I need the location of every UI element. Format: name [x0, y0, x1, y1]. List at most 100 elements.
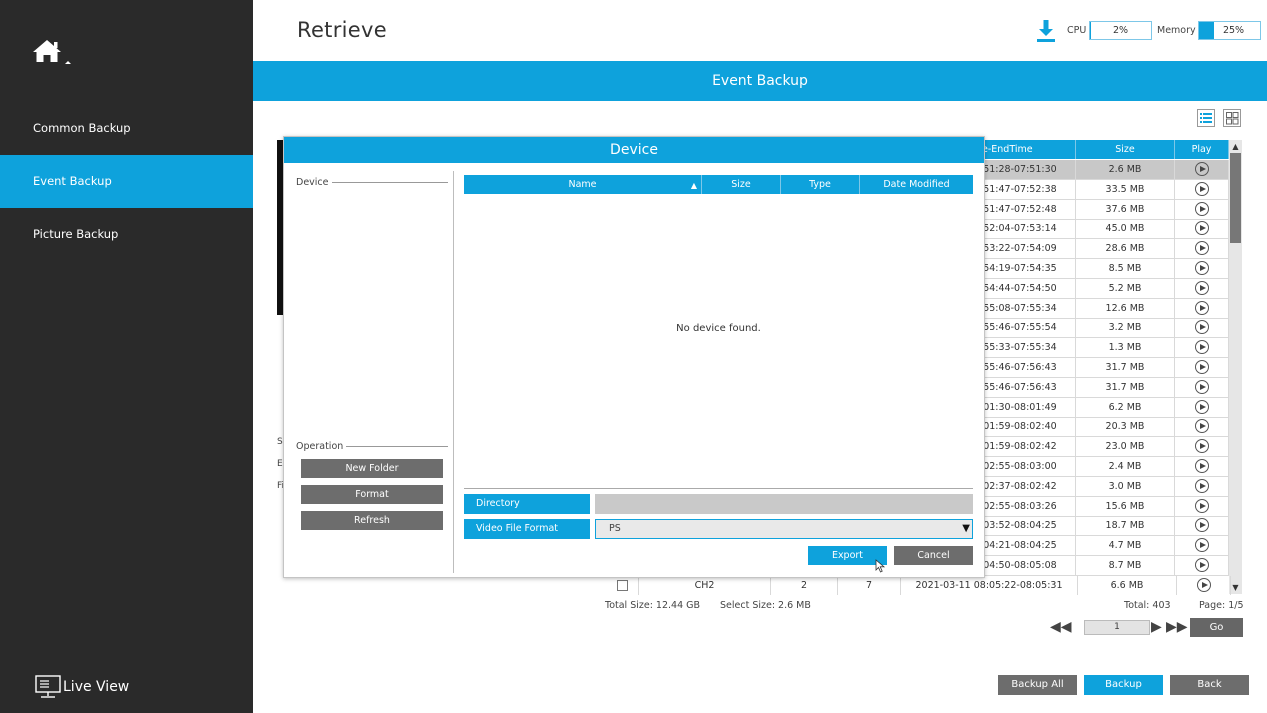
play-icon[interactable] — [1194, 518, 1209, 533]
row-time: :55:46-07:56:43 — [978, 377, 1076, 398]
play-icon[interactable] — [1194, 261, 1209, 275]
play-icon[interactable] — [1194, 478, 1209, 493]
table-row[interactable]: :02:55-08:03:00 2.4 MB — [978, 457, 1229, 477]
column-header-size[interactable]: Size — [1076, 140, 1175, 159]
play-icon[interactable] — [1194, 538, 1209, 553]
operation-group: Operation — [296, 441, 448, 452]
video-format-select[interactable]: PS ▼ — [595, 519, 973, 539]
sidebar-item-picture-backup[interactable]: Picture Backup — [0, 208, 253, 261]
home-icon[interactable] — [31, 37, 73, 67]
table-header: e-EndTime Size Play — [978, 140, 1229, 159]
row-time: :53:22-07:54:09 — [978, 239, 1076, 260]
row-size: 3.0 MB — [1076, 476, 1175, 497]
play-icon[interactable] — [1194, 280, 1209, 295]
scroll-up-arrow-icon[interactable]: ▲ — [1229, 140, 1242, 153]
next-page-icon[interactable]: ▶ — [1151, 619, 1162, 635]
device-group-label: Device — [296, 177, 329, 188]
play-icon[interactable] — [1194, 379, 1209, 394]
table-row[interactable]: :53:22-07:54:09 28.6 MB — [978, 239, 1229, 260]
sidebar-item-common-backup[interactable]: Common Backup — [0, 102, 253, 155]
play-icon[interactable] — [1194, 181, 1209, 196]
table-row[interactable]: :51:28-07:51:30 2.6 MB — [978, 160, 1229, 180]
backup-all-button[interactable]: Backup All — [998, 675, 1077, 695]
table-row[interactable]: :55:46-07:56:43 31.7 MB — [978, 358, 1229, 378]
table-row[interactable]: :03:52-08:04:25 18.7 MB — [978, 516, 1229, 537]
play-icon[interactable] — [1194, 459, 1209, 473]
sidebar-item-event-backup[interactable]: Event Backup — [0, 155, 253, 208]
play-icon[interactable] — [1194, 360, 1209, 374]
last-page-icon[interactable]: ▶▶ — [1166, 619, 1188, 635]
table-row[interactable]: CH2 2 7 2021-03-11 08:05:22-08:05:31 6.6… — [606, 576, 1231, 595]
play-icon[interactable] — [1196, 578, 1211, 592]
page-number-input[interactable]: 1 — [1084, 620, 1150, 635]
background-label: E — [277, 459, 283, 469]
table-scrollbar[interactable]: ▲ ▼ — [1229, 140, 1242, 594]
back-button[interactable]: Back — [1170, 675, 1249, 695]
table-row[interactable]: :02:55-08:03:26 15.6 MB — [978, 496, 1229, 517]
play-icon[interactable] — [1194, 340, 1209, 355]
row-time: :55:33-07:55:34 — [978, 338, 1076, 359]
memory-value: 25% — [1222, 25, 1245, 36]
live-view-button[interactable]: Live View — [35, 674, 129, 700]
table-row[interactable]: :55:33-07:55:34 1.3 MB — [978, 338, 1229, 359]
table-row[interactable]: :54:44-07:54:50 5.2 MB — [978, 278, 1229, 299]
play-icon[interactable] — [1194, 221, 1209, 236]
total-count: Total: 403 — [1124, 600, 1171, 611]
table-row[interactable]: :04:21-08:04:25 4.7 MB — [978, 536, 1229, 557]
row-checkbox[interactable] — [616, 580, 628, 591]
table-row[interactable]: :55:46-07:55:54 3.2 MB — [978, 318, 1229, 339]
row-time: :54:19-07:54:35 — [978, 259, 1076, 279]
row-size: 6.2 MB — [1076, 397, 1175, 418]
cancel-button[interactable]: Cancel — [894, 546, 973, 565]
column-header-type[interactable]: Type — [781, 175, 860, 194]
column-header-size[interactable]: Size — [702, 175, 781, 194]
list-view-button[interactable] — [1197, 109, 1215, 127]
table-row[interactable]: :02:37-08:02:42 3.0 MB — [978, 476, 1229, 497]
table-row[interactable]: :01:59-08:02:40 20.3 MB — [978, 417, 1229, 438]
play-icon[interactable] — [1194, 399, 1209, 414]
table-row[interactable]: :04:50-08:05:08 8.7 MB — [978, 556, 1229, 576]
row-time: :51:47-07:52:38 — [978, 179, 1076, 200]
play-icon[interactable] — [1194, 558, 1209, 572]
row-size: 23.0 MB — [1076, 437, 1175, 458]
first-page-icon[interactable]: ◀◀ — [1050, 619, 1072, 635]
monitor-icon — [35, 675, 61, 698]
play-icon[interactable] — [1194, 300, 1209, 315]
select-size: Select Size: 2.6 MB — [720, 600, 811, 611]
play-icon[interactable] — [1194, 201, 1209, 216]
refresh-button[interactable]: Refresh — [301, 511, 443, 530]
row-cell: 7 — [838, 576, 901, 595]
play-icon[interactable] — [1194, 241, 1209, 256]
grid-view-button[interactable] — [1223, 109, 1241, 127]
cpu-meter: 2% — [1089, 21, 1152, 40]
table-row[interactable]: :52:04-07:53:14 45.0 MB — [978, 219, 1229, 240]
play-icon[interactable] — [1194, 439, 1209, 454]
play-icon[interactable] — [1194, 162, 1209, 176]
backup-button[interactable]: Backup — [1084, 675, 1163, 695]
row-size: 18.7 MB — [1076, 516, 1175, 537]
play-icon[interactable] — [1194, 419, 1209, 434]
table-row[interactable]: :01:30-08:01:49 6.2 MB — [978, 397, 1229, 418]
table-row[interactable]: :01:59-08:02:42 23.0 MB — [978, 437, 1229, 458]
play-icon[interactable] — [1194, 320, 1209, 335]
column-header-name[interactable]: Name ▲ — [464, 175, 702, 194]
table-row[interactable]: :55:46-07:56:43 31.7 MB — [978, 377, 1229, 398]
table-row[interactable]: :51:47-07:52:38 33.5 MB — [978, 179, 1229, 200]
table-row[interactable]: :54:19-07:54:35 8.5 MB — [978, 259, 1229, 279]
device-dialog: Device Device Operation New Folder Forma… — [283, 136, 985, 578]
table-row[interactable]: :55:08-07:55:34 12.6 MB — [978, 298, 1229, 319]
row-size: 31.7 MB — [1076, 377, 1175, 398]
new-folder-button[interactable]: New Folder — [301, 459, 443, 478]
table-row[interactable]: :51:47-07:52:48 37.6 MB — [978, 199, 1229, 220]
column-header-endtime[interactable]: e-EndTime — [978, 140, 1076, 159]
row-size: 28.6 MB — [1076, 239, 1175, 260]
format-button[interactable]: Format — [301, 485, 443, 504]
directory-field[interactable] — [595, 494, 973, 514]
column-header-date-modified[interactable]: Date Modified — [860, 175, 973, 194]
play-icon[interactable] — [1194, 498, 1209, 513]
download-icon[interactable] — [1036, 19, 1056, 43]
scroll-thumb[interactable] — [1230, 153, 1241, 243]
row-time: :01:59-08:02:42 — [978, 437, 1076, 458]
column-header-name-label: Name — [568, 179, 597, 190]
go-button[interactable]: Go — [1190, 618, 1243, 637]
